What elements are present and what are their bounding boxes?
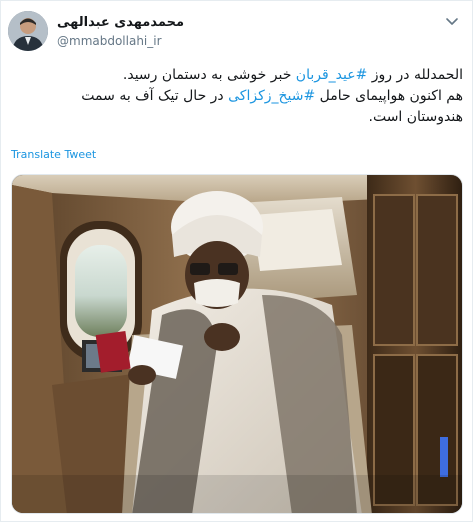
tweet-text-segment: خبر خوشی به دستمان رسید. — [122, 67, 296, 83]
tweet-line-1: الحمدلله در روز #عید_قربان خبر خوشی به د… — [11, 65, 463, 86]
handle[interactable]: @mmabdollahi_ir — [57, 33, 317, 49]
hashtag-link[interactable]: #شیخ_زکزاکی — [228, 88, 315, 104]
hashtag-link[interactable]: #عید_قربان — [296, 67, 368, 83]
avatar-image — [8, 11, 48, 51]
photo-airplane-cabin — [12, 175, 462, 513]
tweet-text: الحمدلله در روز #عید_قربان خبر خوشی به د… — [11, 65, 463, 128]
display-name[interactable]: محمدمهدی عبدالهی — [57, 15, 317, 31]
tweet-text-segment: هم اکنون هواپیمای حامل — [315, 88, 463, 104]
tweet-line-2: هم اکنون هواپیمای حامل #شیخ_زکزاکی در حا… — [11, 86, 463, 107]
tweet-text-segment: الحمدلله در روز — [367, 67, 463, 83]
author-block: محمدمهدی عبدالهی @mmabdollahi_ir — [57, 15, 317, 49]
avatar[interactable] — [8, 11, 48, 51]
tweet-header: محمدمهدی عبدالهی @mmabdollahi_ir — [0, 1, 472, 53]
tweet-photo[interactable] — [11, 174, 463, 514]
tweet-line-3: هندوستان است. — [368, 109, 464, 125]
tweet-text-segment: در حال تیک آف به سمت — [81, 88, 229, 104]
chevron-down-icon[interactable] — [444, 13, 460, 29]
translate-tweet-link[interactable]: Translate Tweet — [11, 148, 96, 161]
tweet-card: محمدمهدی عبدالهی @mmabdollahi_ir الحمدلل… — [0, 0, 473, 522]
